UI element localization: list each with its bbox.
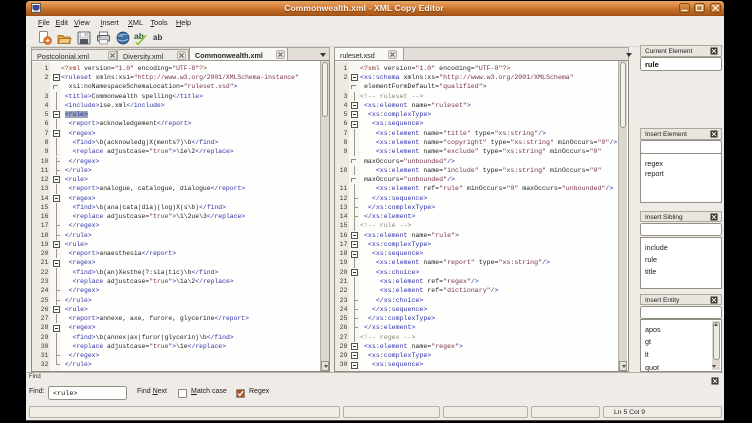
svg-text:ab: ab [153,33,162,42]
